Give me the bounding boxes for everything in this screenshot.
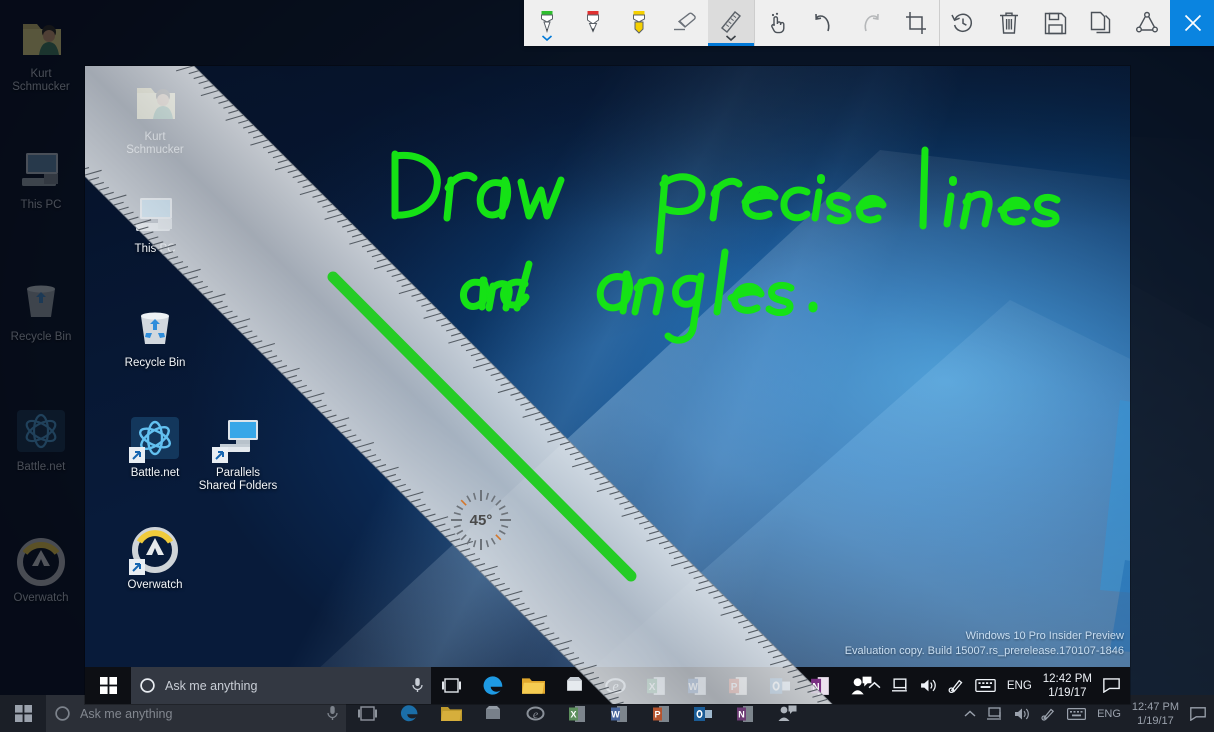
microphone-icon bbox=[327, 706, 338, 720]
pencil-tool[interactable] bbox=[570, 0, 616, 46]
history-button[interactable] bbox=[940, 0, 986, 46]
pen-workspace-icon[interactable] bbox=[1041, 707, 1056, 721]
share-button[interactable] bbox=[1124, 0, 1170, 46]
copy-button[interactable] bbox=[1078, 0, 1124, 46]
chevron-down-icon[interactable] bbox=[725, 35, 737, 41]
touch-writing-toggle[interactable] bbox=[755, 0, 801, 46]
svg-text:N: N bbox=[738, 709, 745, 719]
screen: KurtSchmucker This PC Rec bbox=[0, 0, 1214, 732]
svg-text:P: P bbox=[654, 709, 660, 719]
handwriting-and-angles bbox=[459, 248, 818, 344]
redo-button[interactable] bbox=[847, 0, 893, 46]
volume-icon[interactable] bbox=[1014, 707, 1030, 721]
undo-button[interactable] bbox=[801, 0, 847, 46]
ballpoint-pen-tool[interactable] bbox=[524, 0, 570, 46]
start-button-bg[interactable] bbox=[0, 695, 46, 732]
save-button[interactable] bbox=[1032, 0, 1078, 46]
highlighter-tool[interactable] bbox=[616, 0, 662, 46]
keyboard-icon[interactable] bbox=[1067, 707, 1087, 720]
action-center-icon[interactable] bbox=[1190, 706, 1206, 721]
close-button[interactable] bbox=[1170, 0, 1214, 46]
cortana-icon bbox=[55, 706, 70, 721]
chevron-down-icon[interactable] bbox=[541, 35, 553, 41]
ink-strokes-layer bbox=[391, 146, 1061, 344]
language-indicator-bg[interactable]: ENG bbox=[1097, 708, 1121, 720]
svg-text:X: X bbox=[570, 709, 576, 719]
clock-date-bg: 1/19/17 bbox=[1137, 714, 1174, 727]
eraser-tool[interactable] bbox=[662, 0, 708, 46]
handwriting-draw-precise-lines bbox=[391, 146, 1061, 255]
screen-sketch-canvas[interactable]: Kurt Schmucker This PC Recycle Bin Battl… bbox=[85, 66, 1130, 704]
search-placeholder-bg: Ask me anything bbox=[80, 706, 173, 721]
network-icon[interactable] bbox=[987, 706, 1003, 721]
delete-button[interactable] bbox=[986, 0, 1032, 46]
svg-text:W: W bbox=[611, 709, 620, 719]
clock-bg[interactable]: 12:47 PM 1/19/17 bbox=[1132, 700, 1179, 728]
svg-text:e: e bbox=[532, 707, 538, 721]
edit-actions-group bbox=[755, 0, 939, 46]
chevron-up-icon[interactable] bbox=[964, 710, 976, 718]
file-actions-group bbox=[940, 0, 1170, 46]
ruler-tool[interactable] bbox=[708, 0, 754, 46]
crop-button[interactable] bbox=[893, 0, 939, 46]
ink-toolbar[interactable] bbox=[524, 0, 1214, 46]
pen-tools-group bbox=[524, 0, 754, 46]
clock-time-bg: 12:47 PM bbox=[1131, 700, 1179, 713]
